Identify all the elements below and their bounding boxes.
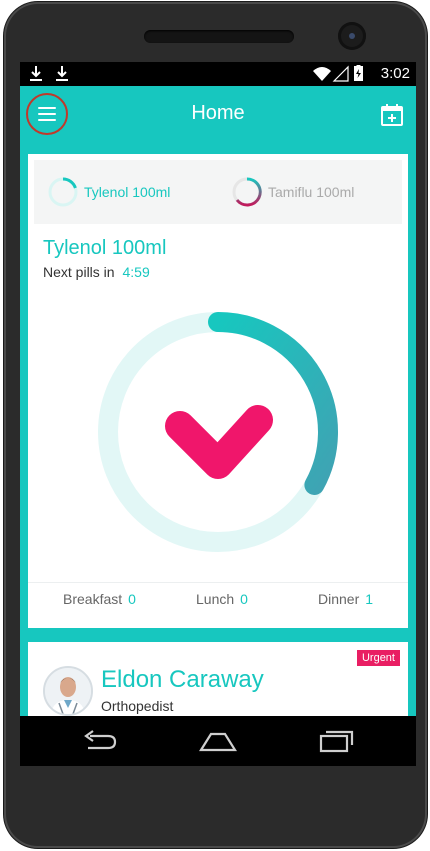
calendar-add-icon[interactable] xyxy=(380,103,404,127)
battery-icon xyxy=(354,65,363,81)
urgent-badge: Urgent xyxy=(356,650,400,666)
medication-name: Tylenol 100ml xyxy=(43,237,167,259)
meal-label: Dinner xyxy=(318,591,360,607)
tab-label: Tylenol 100ml xyxy=(84,184,171,200)
medication-tabs: Tylenol 100ml Tamiflu 100ml xyxy=(34,160,402,224)
screen: 3:02 Home Tylenol 100ml Tamiflu 100ml Ty… xyxy=(20,62,416,766)
meal-counts: Breakfast 0 Lunch 0 Dinner 1 xyxy=(28,591,408,617)
front-camera xyxy=(338,22,366,50)
status-icons xyxy=(313,65,363,82)
download-icon xyxy=(56,66,68,81)
signal-icon xyxy=(332,65,349,82)
tab-medication-1[interactable]: Tamiflu 100ml xyxy=(232,160,354,224)
status-bar: 3:02 xyxy=(20,62,416,86)
phone-frame: 3:02 Home Tylenol 100ml Tamiflu 100ml Ty… xyxy=(4,2,427,848)
doctor-specialty: Orthopedist xyxy=(101,698,174,714)
home-icon[interactable] xyxy=(198,728,238,754)
next-pills-row: Next pills in 4:59 xyxy=(43,264,150,280)
progress-ring-icon xyxy=(48,177,78,207)
countdown-timer: 4:59 xyxy=(122,264,150,280)
navigation-bar xyxy=(20,716,416,766)
meal-count: 0 xyxy=(128,591,136,607)
meal-breakfast: Breakfast 0 xyxy=(63,591,136,607)
meal-count: 1 xyxy=(365,591,374,607)
meal-label: Lunch xyxy=(196,591,235,607)
meal-label: Breakfast xyxy=(63,591,123,607)
doctor-photo xyxy=(45,668,91,714)
tab-label: Tamiflu 100ml xyxy=(268,184,355,200)
meal-count: 0 xyxy=(240,591,248,607)
avatar xyxy=(43,666,93,716)
meal-dinner: Dinner 1 xyxy=(318,591,373,607)
doctor-name: Eldon Caraway xyxy=(101,666,264,693)
dose-progress-gauge xyxy=(98,312,338,552)
back-icon[interactable] xyxy=(80,728,120,754)
status-time: 3:02 xyxy=(380,65,410,82)
medication-card: Tylenol 100ml Tamiflu 100ml Tylenol 100m… xyxy=(28,154,408,628)
divider xyxy=(28,582,408,583)
heart-check-icon xyxy=(165,405,273,479)
app-bar: Home xyxy=(20,86,416,144)
earpiece-speaker xyxy=(144,30,294,43)
download-icon xyxy=(30,66,42,81)
progress-ring-icon xyxy=(232,177,262,207)
meal-lunch: Lunch 0 xyxy=(196,591,248,607)
tab-medication-0[interactable]: Tylenol 100ml xyxy=(48,160,170,224)
next-pills-label: Next pills in xyxy=(43,264,115,280)
page-title: Home xyxy=(191,102,245,124)
wifi-icon xyxy=(313,67,331,81)
recents-icon[interactable] xyxy=(316,728,356,754)
